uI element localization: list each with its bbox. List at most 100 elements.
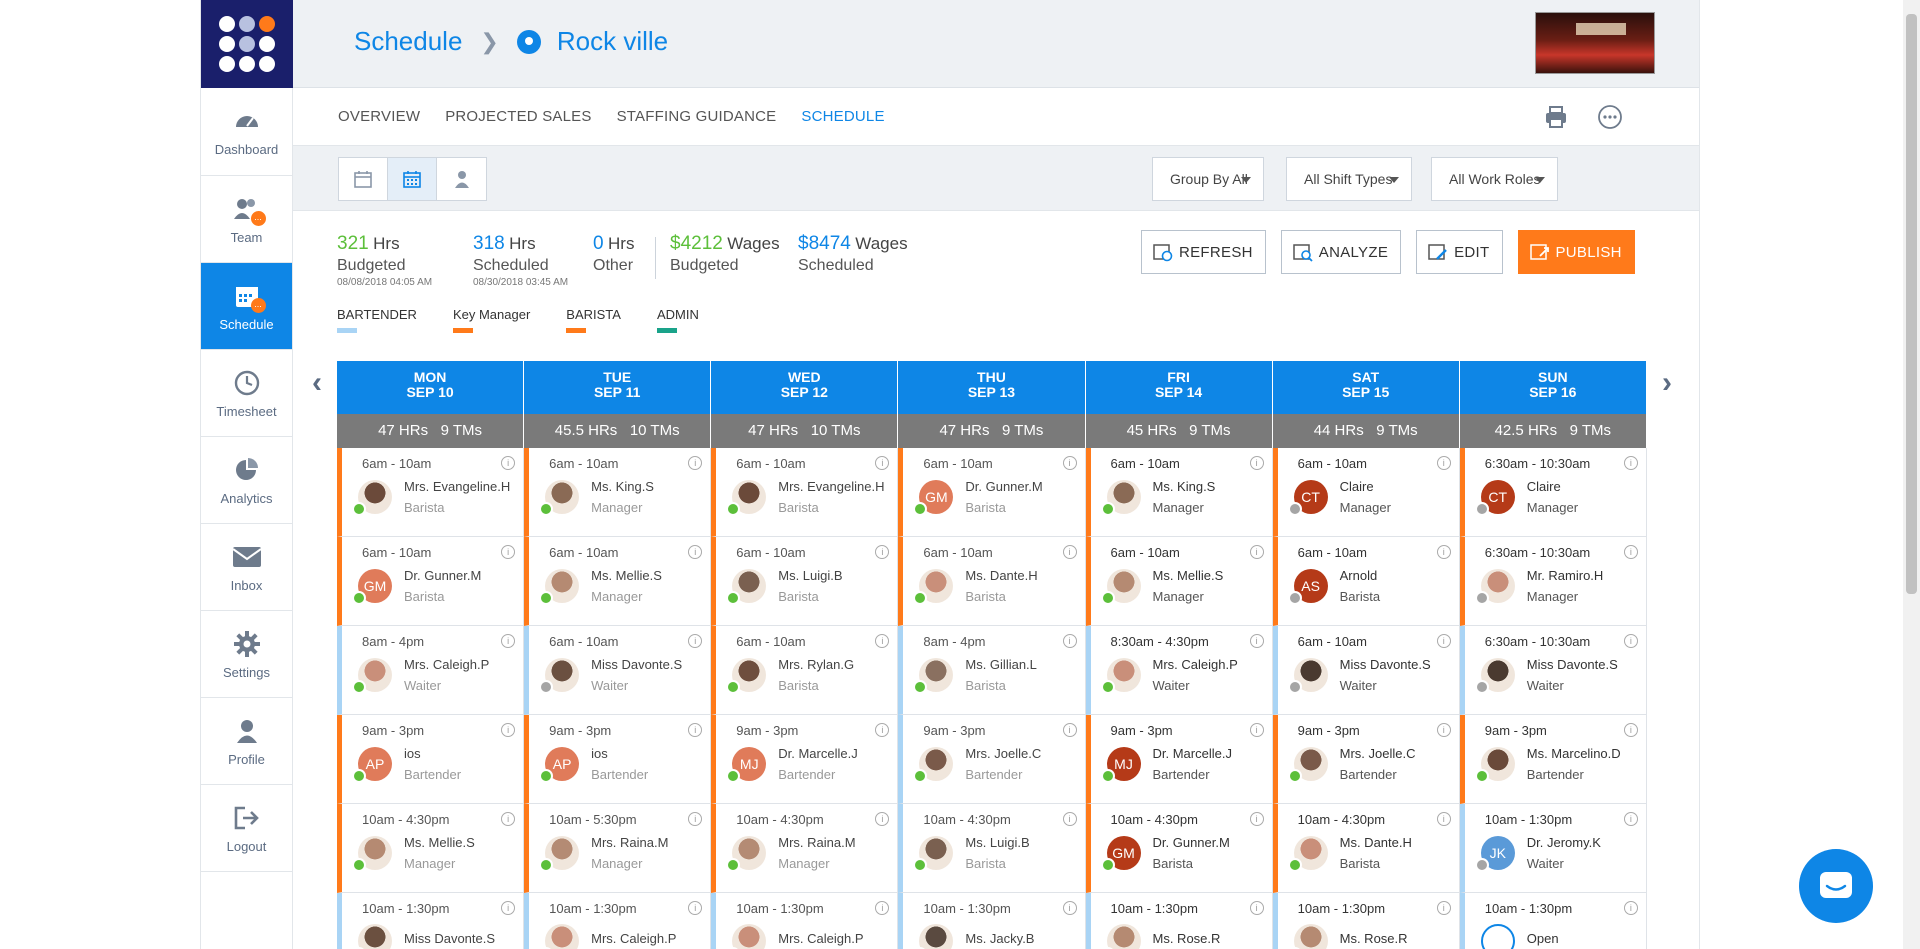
info-icon[interactable]: i bbox=[1062, 456, 1077, 470]
sidebar-item-timesheet[interactable]: Timesheet bbox=[201, 350, 292, 437]
breadcrumb-schedule-link[interactable]: Schedule bbox=[354, 26, 462, 57]
shift-card[interactable]: 6am - 10am i Miss Davonte.S Waiter bbox=[524, 626, 711, 715]
shift-card[interactable]: 9am - 3pm i MJ Dr. Marcelle.J Bartender bbox=[711, 715, 898, 804]
info-icon[interactable]: i bbox=[1062, 901, 1077, 915]
shift-card[interactable]: 10am - 1:30pm i Open bbox=[1459, 893, 1646, 949]
shift-card[interactable]: 9am - 3pm i AP ios Bartender bbox=[337, 715, 524, 804]
shift-card[interactable]: 6am - 10am i Ms. Mellie.S Manager bbox=[524, 537, 711, 626]
info-icon[interactable]: i bbox=[1249, 634, 1264, 648]
info-icon[interactable]: i bbox=[1623, 456, 1638, 470]
shift-card[interactable]: 6am - 10am i Ms. Mellie.S Manager bbox=[1085, 537, 1272, 626]
week-view-icon[interactable] bbox=[388, 158, 437, 200]
shift-card[interactable]: 10am - 4:30pm i Ms. Luigi.B Barista bbox=[898, 804, 1085, 893]
shift-card[interactable]: 6am - 10am i Ms. King.S Manager bbox=[524, 448, 711, 537]
info-icon[interactable]: i bbox=[1436, 456, 1451, 470]
shift-card[interactable]: 10am - 4:30pm i Ms. Dante.H Barista bbox=[1272, 804, 1459, 893]
shift-card[interactable]: 6am - 10am i AS Arnold Barista bbox=[1272, 537, 1459, 626]
analyze-button[interactable]: ANALYZE bbox=[1280, 230, 1402, 274]
day-header[interactable]: WED SEP 12 bbox=[711, 361, 899, 414]
sidebar-item-analytics[interactable]: Analytics bbox=[201, 437, 292, 524]
shift-card[interactable]: 9am - 3pm i AP ios Bartender bbox=[524, 715, 711, 804]
shift-card[interactable]: 6am - 10am i Mrs. Evangeline.H Barista bbox=[711, 448, 898, 537]
shift-card[interactable]: 10am - 1:30pm i Ms. Rose.R bbox=[1272, 893, 1459, 949]
shift-card[interactable]: 8am - 4pm i Ms. Gillian.L Barista bbox=[898, 626, 1085, 715]
info-icon[interactable]: i bbox=[1436, 723, 1451, 737]
employee-view-icon[interactable] bbox=[437, 158, 486, 200]
sidebar-item-logout[interactable]: Logout bbox=[201, 785, 292, 872]
info-icon[interactable]: i bbox=[1249, 456, 1264, 470]
shift-card[interactable]: 10am - 4:30pm i GM Dr. Gunner.M Barista bbox=[1085, 804, 1272, 893]
shift-card[interactable]: 10am - 4:30pm i Mrs. Raina.M Manager bbox=[711, 804, 898, 893]
shift-card[interactable]: 6am - 10am i Ms. Luigi.B Barista bbox=[711, 537, 898, 626]
shift-card[interactable]: 6am - 10am i Miss Davonte.S Waiter bbox=[1272, 626, 1459, 715]
previous-week-arrow[interactable]: ‹ bbox=[312, 366, 322, 400]
shift-card[interactable]: 6:30am - 10:30am i Mr. Ramiro.H Manager bbox=[1459, 537, 1646, 626]
day-view-icon[interactable] bbox=[339, 158, 388, 200]
shift-card[interactable]: 10am - 1:30pm i Mrs. Caleigh.P bbox=[711, 893, 897, 949]
info-icon[interactable]: i bbox=[1623, 723, 1638, 737]
group-by-dropdown[interactable]: Group By All bbox=[1152, 157, 1264, 201]
info-icon[interactable]: i bbox=[1623, 901, 1638, 915]
more-options-icon[interactable] bbox=[1597, 104, 1623, 130]
shift-card[interactable]: 9am - 3pm i Mrs. Joelle.C Bartender bbox=[898, 715, 1085, 804]
shift-card[interactable]: 6am - 10am i Mrs. Evangeline.H Barista bbox=[337, 448, 524, 537]
info-icon[interactable]: i bbox=[1062, 545, 1077, 559]
shift-card[interactable]: 10am - 1:30pm i Mrs. Caleigh.P bbox=[524, 893, 710, 949]
info-icon[interactable]: i bbox=[1436, 812, 1451, 826]
shift-card[interactable]: 10am - 5:30pm i Mrs. Raina.M Manager bbox=[524, 804, 711, 893]
sidebar-item-schedule[interactable]: ... Schedule bbox=[201, 263, 292, 350]
day-header[interactable]: THU SEP 13 bbox=[898, 361, 1086, 414]
shift-card[interactable]: 9am - 3pm i Ms. Marcelino.D Bartender bbox=[1459, 715, 1646, 804]
tab-overview[interactable]: OVERVIEW bbox=[338, 108, 420, 125]
shift-card[interactable]: 6:30am - 10:30am i CT Claire Manager bbox=[1459, 448, 1646, 537]
sidebar-item-profile[interactable]: Profile bbox=[201, 698, 292, 785]
work-roles-dropdown[interactable]: All Work Roles bbox=[1431, 157, 1558, 201]
shift-card[interactable]: 10am - 4:30pm i Ms. Mellie.S Manager bbox=[337, 804, 524, 893]
page-scrollbar[interactable] bbox=[1903, 0, 1920, 949]
info-icon[interactable]: i bbox=[1436, 634, 1451, 648]
day-header[interactable]: TUE SEP 11 bbox=[524, 361, 712, 414]
shift-card[interactable]: 6am - 10am i Ms. Dante.H Barista bbox=[898, 537, 1085, 626]
info-icon[interactable]: i bbox=[1623, 545, 1638, 559]
shift-card[interactable]: 6am - 10am i Ms. King.S Manager bbox=[1085, 448, 1272, 537]
shift-card[interactable]: 6am - 10am i GM Dr. Gunner.M Barista bbox=[337, 537, 524, 626]
info-icon[interactable]: i bbox=[1436, 545, 1451, 559]
day-header[interactable]: SAT SEP 15 bbox=[1272, 361, 1460, 414]
chat-launcher[interactable] bbox=[1799, 849, 1873, 923]
shift-types-dropdown[interactable]: All Shift Types bbox=[1286, 157, 1412, 201]
print-icon[interactable] bbox=[1543, 104, 1569, 130]
shift-card[interactable]: 9am - 3pm i MJ Dr. Marcelle.J Bartender bbox=[1085, 715, 1272, 804]
sidebar-item-dashboard[interactable]: Dashboard bbox=[201, 88, 292, 176]
day-header[interactable]: FRI SEP 14 bbox=[1085, 361, 1273, 414]
shift-card[interactable]: 10am - 1:30pm i Ms. Jacky.B bbox=[898, 893, 1084, 949]
shift-card[interactable]: 10am - 1:30pm i Ms. Rose.R bbox=[1085, 893, 1272, 949]
shift-card[interactable]: 6:30am - 10:30am i Miss Davonte.S Waiter bbox=[1459, 626, 1646, 715]
location-name[interactable]: Rock ville bbox=[557, 26, 668, 57]
info-icon[interactable]: i bbox=[1249, 901, 1264, 915]
app-logo[interactable] bbox=[201, 0, 293, 88]
shift-card[interactable]: 8:30am - 4:30pm i Mrs. Caleigh.P Waiter bbox=[1085, 626, 1272, 715]
refresh-button[interactable]: REFRESH bbox=[1141, 230, 1266, 274]
info-icon[interactable]: i bbox=[1249, 812, 1264, 826]
shift-card[interactable]: 10am - 1:30pm i JK Dr. Jeromy.K Waiter bbox=[1459, 804, 1646, 893]
info-icon[interactable]: i bbox=[1062, 723, 1077, 737]
day-header[interactable]: SUN SEP 16 bbox=[1459, 361, 1647, 414]
scrollbar-thumb[interactable] bbox=[1906, 14, 1917, 594]
tab-schedule[interactable]: SCHEDULE bbox=[801, 108, 884, 125]
info-icon[interactable]: i bbox=[1062, 812, 1077, 826]
shift-card[interactable]: 6am - 10am i GM Dr. Gunner.M Barista bbox=[898, 448, 1085, 537]
info-icon[interactable]: i bbox=[1249, 723, 1264, 737]
sidebar-item-settings[interactable]: Settings bbox=[201, 611, 292, 698]
info-icon[interactable]: i bbox=[1623, 812, 1638, 826]
shift-card[interactable]: 6am - 10am i Mrs. Rylan.G Barista bbox=[711, 626, 898, 715]
tab-projected-sales[interactable]: PROJECTED SALES bbox=[445, 108, 591, 125]
info-icon[interactable]: i bbox=[1249, 545, 1264, 559]
info-icon[interactable]: i bbox=[1623, 634, 1638, 648]
shift-card[interactable]: 9am - 3pm i Mrs. Joelle.C Bartender bbox=[1272, 715, 1459, 804]
next-week-arrow[interactable]: › bbox=[1662, 366, 1672, 400]
sidebar-item-team[interactable]: ... Team bbox=[201, 176, 292, 263]
info-icon[interactable]: i bbox=[1062, 634, 1077, 648]
edit-button[interactable]: EDIT bbox=[1416, 230, 1503, 274]
shift-card[interactable]: 6am - 10am i CT Claire Manager bbox=[1272, 448, 1459, 537]
publish-button[interactable]: PUBLISH bbox=[1517, 230, 1635, 274]
